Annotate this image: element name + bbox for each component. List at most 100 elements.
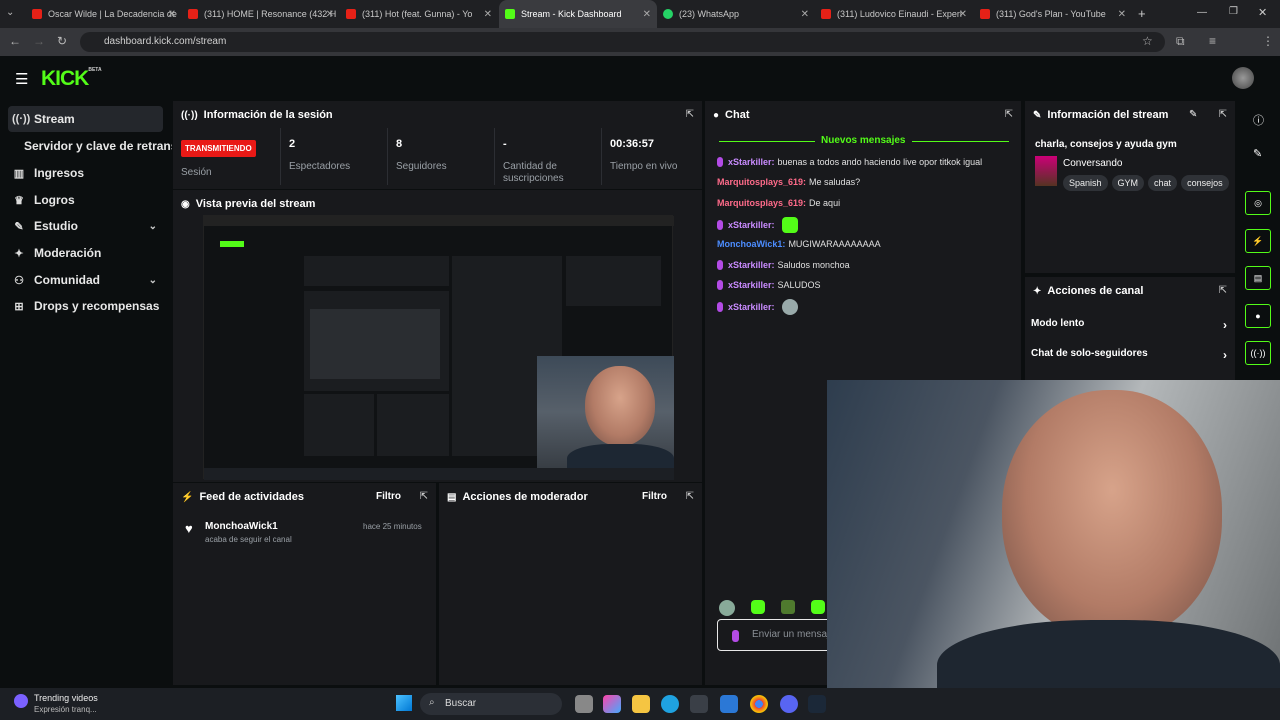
browser-tab[interactable]: (311) HOME | Resonance (432 H ✕ [182,0,340,28]
discord-icon[interactable] [780,695,798,713]
tab-search-icon[interactable]: ⌄ [6,7,14,18]
broadcast-button[interactable]: ((·)) [1245,341,1271,365]
filter-button[interactable]: Filtro [642,491,667,502]
youtube-icon [821,9,831,19]
close-icon[interactable]: ✕ [168,9,176,20]
gift-icon: ⊞ [14,300,24,313]
browser-tab[interactable]: (311) Ludovico Einaudi - Experi ✕ [815,0,973,28]
url-field[interactable]: dashboard.kick.com/stream [80,32,1165,52]
wrench-icon: ✦ [1033,285,1042,297]
youtube-icon [188,9,198,19]
sidebar-item-logros[interactable]: ♛ Logros [8,187,163,213]
raid-button[interactable]: ⚡ [1245,229,1271,253]
close-icon[interactable]: ✕ [801,9,809,20]
restore-icon[interactable]: ❐ [1229,6,1238,17]
emote-icon[interactable] [811,600,825,614]
popout-icon[interactable]: ⇱ [686,491,694,502]
chat-username[interactable]: MonchoaWick1: [717,239,785,249]
mic-badge-icon [717,302,723,312]
sidebar-item-estudio[interactable]: ✎ Estudio ⌄ [8,213,163,239]
chat-username[interactable]: xStarkiller: [728,302,775,312]
stream-info-panel: ✎ Información del stream ✎ ⇱ charla, cons… [1025,101,1235,273]
popout-icon[interactable]: ⇱ [1219,109,1227,120]
tag-chip[interactable]: Spanish [1063,175,1108,191]
reload-icon[interactable]: ↻ [57,34,67,48]
chrome-icon[interactable] [750,695,768,713]
mail-icon[interactable] [720,695,738,713]
sidebar-item-moderacion[interactable]: ✦ Moderación [8,240,163,266]
channel-action-followers-only[interactable]: Chat de solo-seguidores › [1031,348,1227,362]
poll-button[interactable]: ▤ [1245,266,1271,290]
chat-username[interactable]: xStarkiller: [728,220,775,230]
tag-chip[interactable]: chat [1148,175,1178,191]
user-avatar[interactable] [1232,67,1254,89]
store-icon[interactable] [690,695,708,713]
kick-logo[interactable]: KICKBETA [41,67,102,91]
info-icon[interactable]: ⓘ [1253,112,1264,128]
chat-username[interactable]: xStarkiller: [728,157,775,167]
browser-tab[interactable]: (311) God's Plan - YouTube ✕ [974,0,1132,28]
close-icon[interactable]: ✕ [643,9,651,20]
hamburger-menu-icon[interactable]: ☰ [15,70,28,88]
sidebar-item-ingresos[interactable]: ▥ Ingresos [8,160,163,186]
sidebar-item-server-key[interactable]: Servidor y clave de retransmisión [20,133,172,159]
extensions-icon[interactable]: ⧉ [1176,34,1185,49]
sidebar-item-stream[interactable]: ((·)) Stream [8,106,163,132]
sidebar-item-label: Estudio [34,219,78,233]
minimize-icon[interactable]: — [1197,7,1207,18]
browser-tab-active[interactable]: Stream - Kick Dashboard ✕ [499,0,657,28]
browser-menu-icon[interactable]: ⋮ [1262,34,1274,48]
close-icon[interactable]: ✕ [484,9,492,20]
media-control-icon[interactable]: ≡ [1209,34,1216,48]
browser-tab[interactable]: (23) WhatsApp ✕ [657,0,815,28]
tab-label: (23) WhatsApp [679,9,740,19]
chat-username[interactable]: Marquitosplays_619: [717,177,806,187]
close-icon[interactable]: ✕ [326,9,334,20]
edit-icon[interactable]: ✎ [1189,109,1197,120]
webcam-face [1002,390,1222,640]
popout-icon[interactable]: ⇱ [1219,285,1227,296]
copilot-icon[interactable] [603,695,621,713]
popout-icon[interactable]: ⇱ [420,491,428,502]
chat-username[interactable]: Marquitosplays_619: [717,198,806,208]
browser-tab[interactable]: (311) Hot (feat. Gunna) - Yo ✕ [340,0,498,28]
filter-button[interactable]: Filtro [376,491,401,502]
bookmark-star-icon[interactable]: ☆ [1142,34,1153,48]
chat-settings-button[interactable]: ● [1245,304,1271,328]
chat-username[interactable]: xStarkiller: [728,260,775,270]
popout-icon[interactable]: ⇱ [1005,109,1013,120]
tab-label: (311) God's Plan - YouTube [996,9,1106,19]
windows-start-icon[interactable] [396,695,412,711]
popout-icon[interactable]: ⇱ [686,109,694,120]
browser-tab[interactable]: Oscar Wilde | La Decadencia de ✕ [26,0,182,28]
forward-icon[interactable]: → [33,34,45,48]
search-label: Buscar [445,698,477,709]
emote-icon[interactable] [781,600,795,614]
edge-icon[interactable] [661,695,679,713]
taskbar-search[interactable]: ⌕ Buscar [420,693,562,715]
back-icon[interactable]: ← [9,34,21,48]
tag-chip[interactable]: consejos [1181,175,1229,191]
feed-username[interactable]: MonchoaWick1 [205,521,278,532]
emote-icon[interactable] [719,600,735,616]
clip-button[interactable]: ◎ [1245,191,1271,215]
close-icon[interactable]: ✕ [959,9,967,20]
list-icon: ▤ [1253,272,1263,283]
live-status-badge: TRANSMITIENDO [181,140,256,157]
stream-preview-video[interactable] [203,215,674,480]
sidebar-item-drops[interactable]: ⊞ Drops y recompensas [8,293,163,319]
task-view-icon[interactable] [575,695,593,713]
new-tab-icon[interactable]: + [1138,6,1146,21]
tab-label: (311) Hot (feat. Gunna) - Yo [362,9,473,19]
trending-title[interactable]: Trending videos [34,693,98,703]
window-close-icon[interactable]: ✕ [1258,6,1267,19]
edit-icon[interactable]: ✎ [1253,147,1262,160]
steam-icon[interactable] [808,695,826,713]
tag-chip[interactable]: GYM [1111,175,1145,191]
close-icon[interactable]: ✕ [1118,9,1126,20]
emote-icon[interactable] [751,600,765,614]
sidebar-item-comunidad[interactable]: ⚇ Comunidad ⌄ [8,267,163,293]
file-explorer-icon[interactable] [632,695,650,713]
chat-username[interactable]: xStarkiller: [728,280,775,290]
channel-action-slow-mode[interactable]: Modo lento › [1031,318,1227,332]
